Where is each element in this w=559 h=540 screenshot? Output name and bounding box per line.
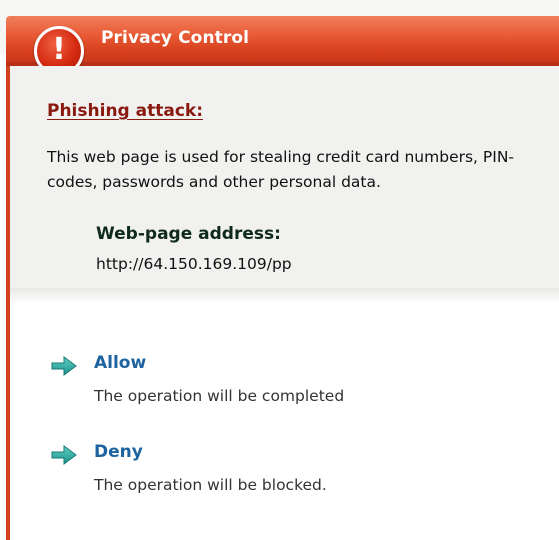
attack-description: This web page is used for stealing credi… — [47, 148, 515, 191]
privacy-control-dialog: ! Privacy Control Phishing attack: This … — [0, 0, 559, 540]
info-panel-divider — [10, 288, 559, 304]
allow-description: The operation will be completed — [94, 387, 345, 405]
deny-link[interactable]: Deny — [94, 442, 143, 462]
deny-description: The operation will be blocked. — [94, 476, 327, 494]
dialog-title: Privacy Control — [101, 28, 250, 48]
title-bar — [6, 16, 559, 64]
allow-action[interactable]: Allow The operation will be completed — [50, 353, 450, 415]
allow-link[interactable]: Allow — [94, 353, 146, 373]
address-value: http://64.150.169.109/pp — [96, 255, 292, 273]
attack-heading: Phishing attack: — [47, 101, 204, 121]
deny-action[interactable]: Deny The operation will be blocked. — [50, 442, 450, 504]
arrow-right-icon — [51, 356, 77, 376]
arrow-right-icon — [51, 445, 77, 465]
address-label: Web-page address: — [96, 224, 281, 244]
